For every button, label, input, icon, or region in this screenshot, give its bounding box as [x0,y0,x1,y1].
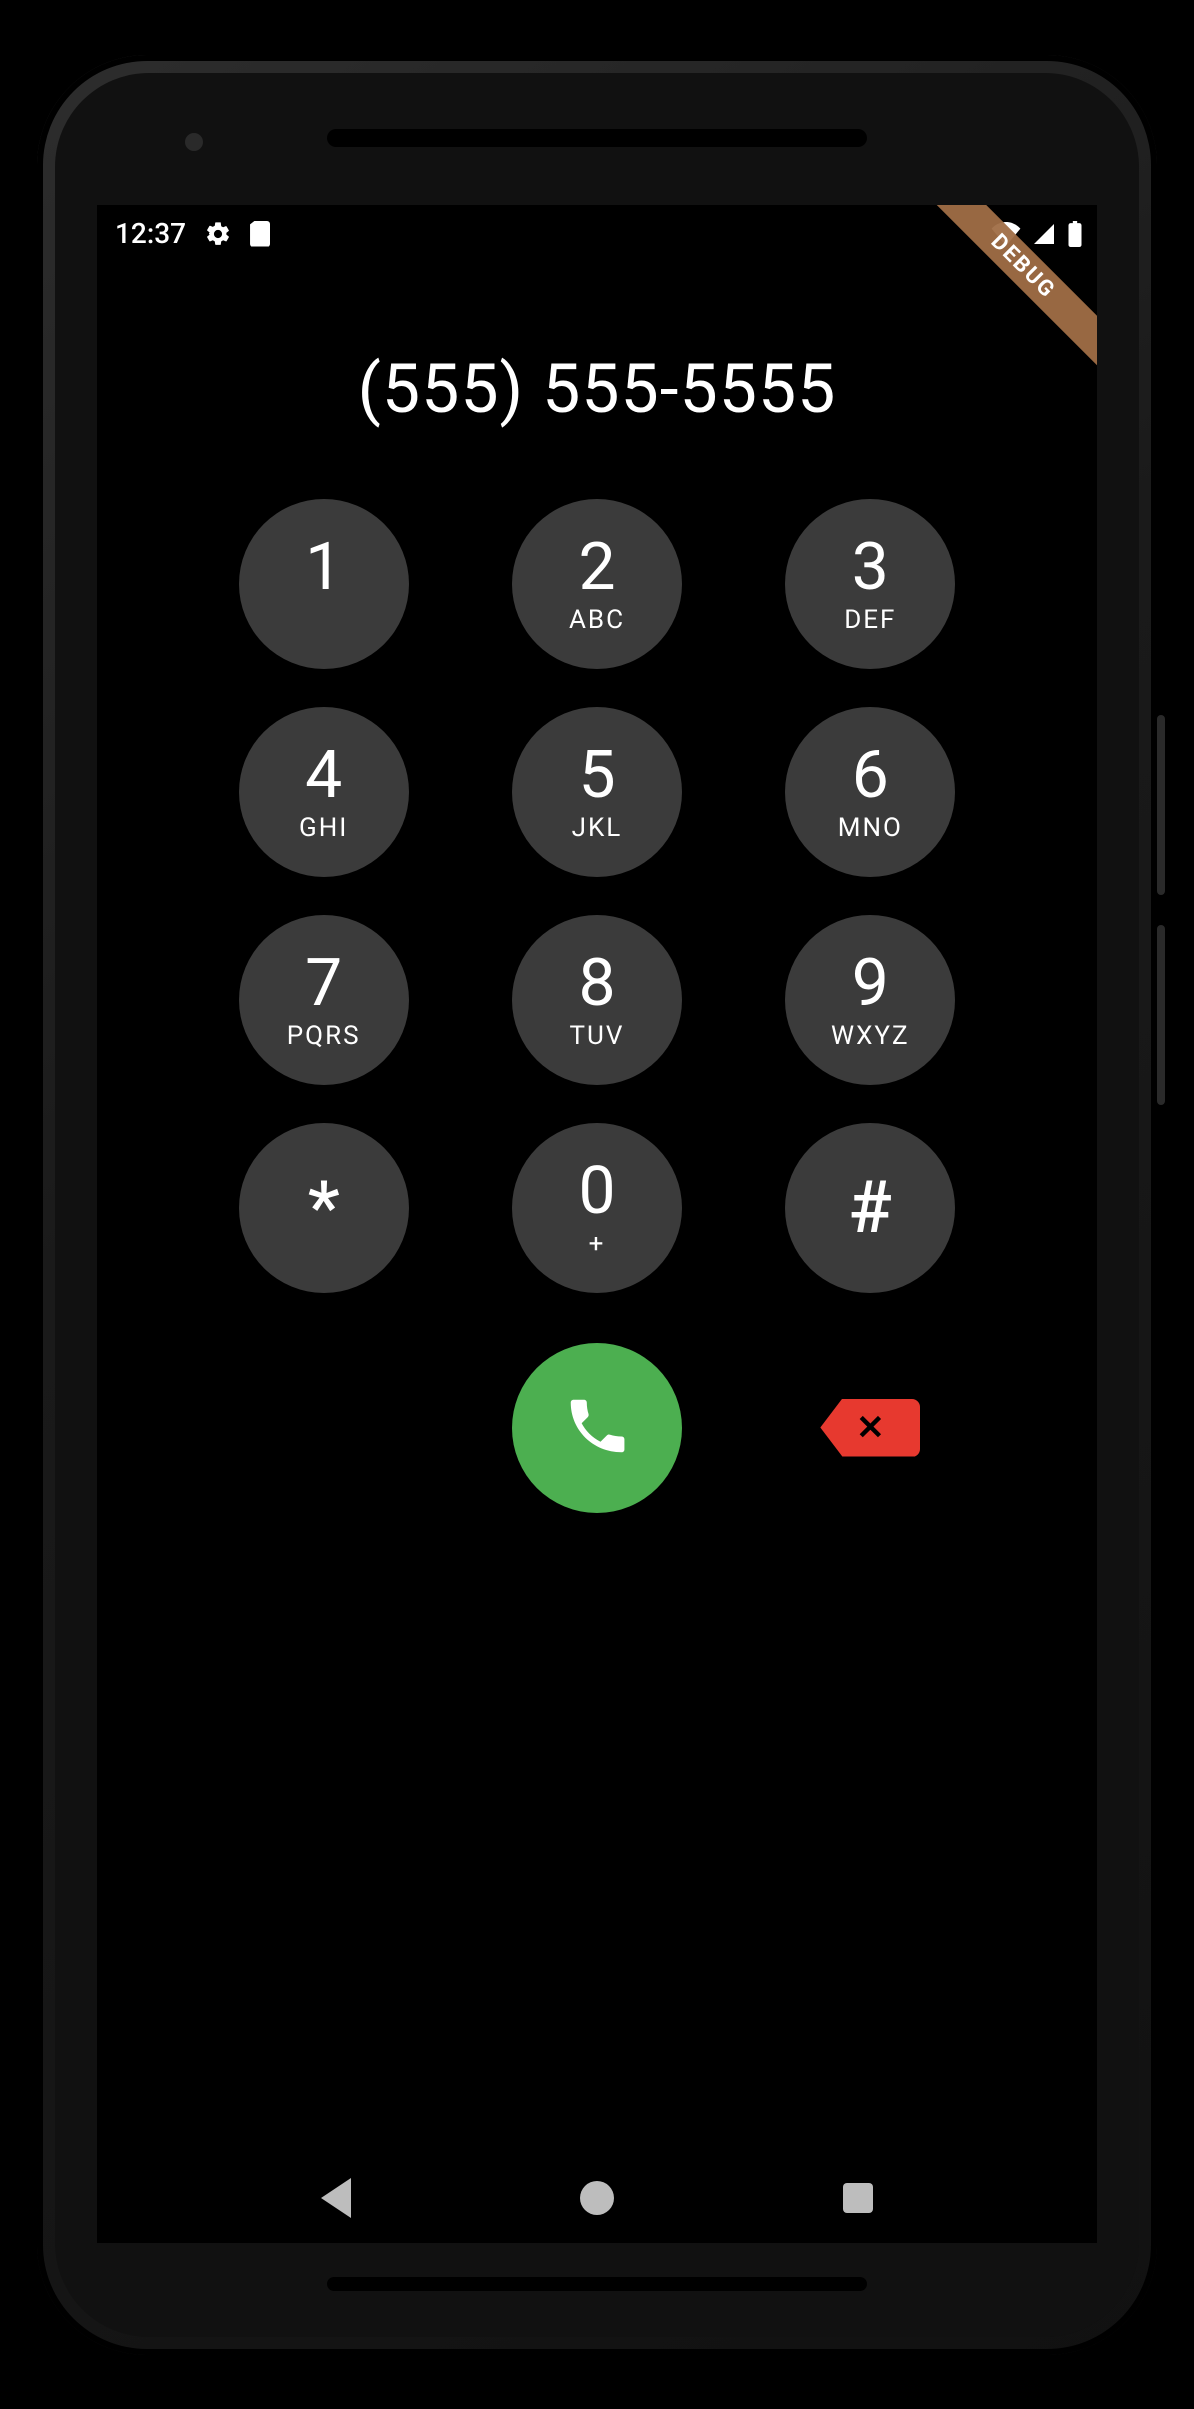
phone-bezel: 12:37 [55,73,1139,2337]
backspace-icon: ✕ [856,1408,885,1448]
volume-down-button[interactable] [1157,925,1165,1105]
key-6-digit: 6 [852,743,889,809]
key-1-digit: 1 [305,535,342,601]
key-8-digit: 8 [578,951,615,1017]
key-9-letters: WXYZ [831,1021,910,1049]
key-2-digit: 2 [578,535,615,601]
key-0-letters: + [589,1229,606,1257]
volume-up-button[interactable] [1157,715,1165,895]
phone-frame: 12:37 [37,55,1157,2355]
screen: 12:37 [97,205,1097,2243]
key-8[interactable]: 8 TUV [512,915,682,1085]
key-4-digit: 4 [305,743,342,809]
key-3[interactable]: 3 DEF [785,499,955,669]
key-6-letters: MNO [838,813,903,841]
key-hash-digit: # [849,1172,892,1244]
front-camera [185,133,203,151]
key-9-digit: 9 [852,951,889,1017]
key-3-digit: 3 [852,535,889,601]
dialpad: 1 2 ABC 3 DEF 4 GHI 5 JKL [187,499,1007,1293]
key-0-digit: 0 [578,1159,615,1225]
bottom-speaker [327,2277,867,2291]
key-5-digit: 5 [578,743,615,809]
key-8-letters: TUV [570,1021,625,1049]
settings-icon [204,220,232,248]
key-2-letters: ABC [569,605,625,633]
key-7[interactable]: 7 PQRS [239,915,409,1085]
cellular-signal-icon [1031,222,1057,246]
dialpad-actions: ✕ [187,1343,1007,1513]
key-star-digit: * [308,1172,340,1244]
nav-home-button[interactable] [580,2181,614,2215]
backspace-button[interactable]: ✕ [820,1399,920,1457]
key-1[interactable]: 1 [239,499,409,669]
key-hash[interactable]: # [785,1123,955,1293]
key-6[interactable]: 6 MNO [785,707,955,877]
nav-recent-button[interactable] [843,2183,873,2213]
key-star[interactable]: * [239,1123,409,1293]
key-4[interactable]: 4 GHI [239,707,409,877]
status-bar: 12:37 [97,205,1097,263]
nav-back-button[interactable] [321,2178,351,2218]
key-9[interactable]: 9 WXYZ [785,915,955,1085]
key-4-letters: GHI [299,813,348,841]
key-5[interactable]: 5 JKL [512,707,682,877]
dialed-number-display: (555) 555-5555 [97,349,1097,429]
key-0[interactable]: 0 + [512,1123,682,1293]
key-7-letters: PQRS [287,1021,361,1049]
battery-icon [1067,221,1083,247]
earpiece-speaker [327,129,867,147]
key-5-letters: JKL [572,813,623,841]
system-navbar [97,2153,1097,2243]
key-3-letters: DEF [844,605,896,633]
key-7-digit: 7 [305,951,342,1017]
phone-icon [562,1391,632,1465]
call-button[interactable] [512,1343,682,1513]
wifi-icon [991,222,1021,246]
key-2[interactable]: 2 ABC [512,499,682,669]
sd-card-icon [250,221,270,247]
status-time: 12:37 [115,217,186,250]
